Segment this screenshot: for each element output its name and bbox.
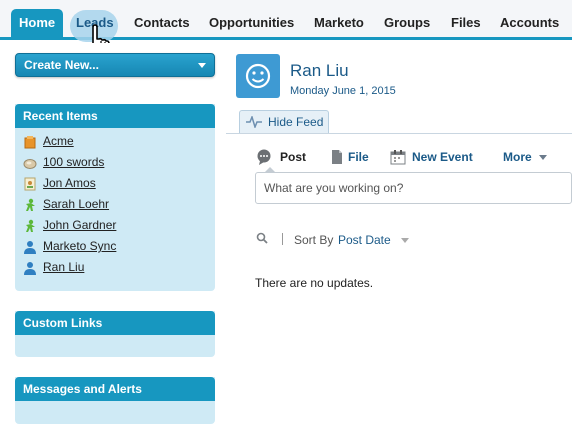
recent-item-link[interactable]: 100 swords (43, 152, 104, 173)
chevron-down-icon (198, 63, 206, 68)
profile-date: Monday June 1, 2015 (290, 85, 396, 97)
tab-contacts[interactable]: Contacts (134, 9, 190, 37)
post-input[interactable] (255, 172, 572, 204)
calendar-icon (390, 150, 406, 165)
avatar[interactable] (236, 54, 280, 98)
lead-icon (23, 219, 37, 233)
custom-links-title: Custom Links (15, 311, 215, 335)
profile-name-link[interactable]: Ran Liu (290, 61, 349, 81)
account-icon (23, 135, 37, 149)
publisher-tab-more[interactable]: More (503, 149, 548, 165)
recent-item-link[interactable]: John Gardner (43, 215, 116, 236)
tab-files[interactable]: Files (451, 9, 481, 37)
tab-marketo[interactable]: Marketo (314, 9, 364, 37)
divider (226, 133, 572, 134)
chevron-down-icon[interactable] (401, 238, 409, 243)
list-item: Jon Amos (23, 173, 215, 194)
tab-groups[interactable]: Groups (384, 9, 430, 37)
speech-bubble-icon (257, 149, 271, 165)
main-content: Ran Liu Monday June 1, 2015 Hide Feed Po… (226, 43, 572, 424)
user-icon (23, 240, 37, 254)
recent-item-link[interactable]: Acme (43, 131, 74, 152)
more-label: More (503, 150, 532, 164)
chevron-down-icon (539, 155, 548, 161)
file-icon (332, 150, 342, 164)
publisher-tab-file[interactable]: File (348, 149, 369, 165)
list-item: 100 swords (23, 152, 215, 173)
lead-icon (23, 198, 37, 212)
feed-activity-icon (246, 116, 262, 128)
sort-by-label: Sort By (294, 233, 334, 247)
tab-accounts[interactable]: Accounts (500, 9, 559, 37)
list-item: Sarah Loehr (23, 194, 215, 215)
publisher-tab-new-event[interactable]: New Event (412, 149, 473, 165)
divider (282, 233, 283, 245)
create-new-button[interactable]: Create New... (15, 53, 215, 77)
list-item: John Gardner (23, 215, 215, 236)
search-icon[interactable] (256, 232, 268, 244)
hide-feed-label: Hide Feed (268, 115, 324, 129)
recent-items-title: Recent Items (15, 104, 215, 128)
user-icon (23, 261, 37, 275)
contact-card-icon (23, 177, 37, 191)
messages-alerts-title: Messages and Alerts (15, 377, 215, 401)
list-item: Acme (23, 131, 215, 152)
recent-item-link[interactable]: Sarah Loehr (43, 194, 109, 215)
opportunity-icon (23, 156, 37, 170)
recent-items-panel: Recent Items Acme 100 swords Jon Amos Sa… (15, 104, 215, 291)
create-new-label: Create New... (24, 58, 99, 72)
messages-alerts-panel: Messages and Alerts (15, 377, 215, 424)
sort-by-dropdown[interactable]: Post Date (338, 233, 391, 247)
tab-opportunities[interactable]: Opportunities (209, 9, 294, 37)
recent-item-link[interactable]: Ran Liu (43, 257, 84, 278)
recent-item-link[interactable]: Marketo Sync (43, 236, 116, 257)
list-item: Ran Liu (23, 257, 215, 278)
recent-item-link[interactable]: Jon Amos (43, 173, 96, 194)
list-item: Marketo Sync (23, 236, 215, 257)
hide-feed-button[interactable]: Hide Feed (239, 110, 329, 134)
custom-links-panel: Custom Links (15, 311, 215, 357)
tab-home[interactable]: Home (11, 9, 64, 37)
publisher-tab-post[interactable]: Post (280, 149, 306, 165)
smiley-avatar-icon (245, 63, 271, 89)
sidebar: Create New... Recent Items Acme 100 swor… (0, 43, 226, 424)
empty-feed-message: There are no updates. (255, 276, 374, 290)
